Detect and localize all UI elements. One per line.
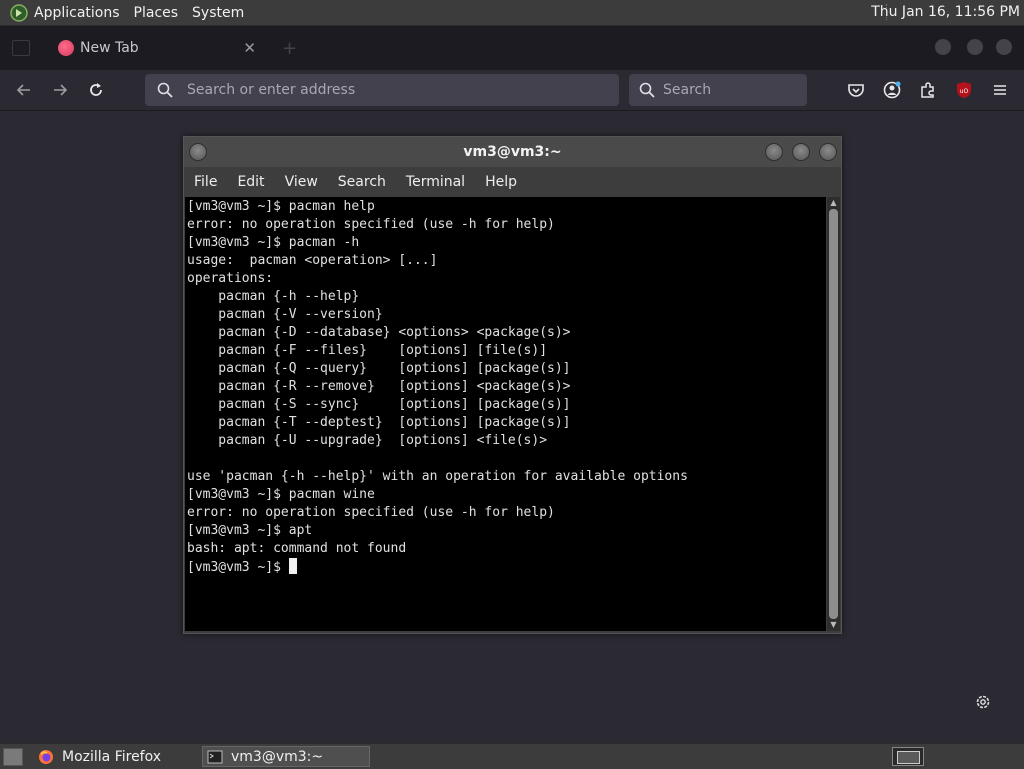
maximize-window-button[interactable]: [967, 39, 983, 55]
hamburger-menu-icon[interactable]: [990, 80, 1010, 100]
menu-view[interactable]: View: [285, 174, 318, 190]
terminal-line: [vm3@vm3 ~]$ pacman wine: [187, 487, 375, 502]
pocket-icon[interactable]: [846, 80, 866, 100]
terminal-window: vm3@vm3:~ File Edit View Search Terminal…: [183, 136, 842, 634]
tab-new-tab[interactable]: New Tab ✕: [44, 30, 266, 66]
workspace-thumbnail: [897, 751, 920, 764]
terminal-line: pacman {-R --remove} [options] <package(…: [187, 379, 571, 394]
terminal-line: bash: apt: command not found: [187, 541, 407, 556]
terminal-line: usage: pacman <operation> [...]: [187, 253, 438, 268]
terminal-prompt: [vm3@vm3 ~]$: [187, 560, 289, 575]
taskbar-item-label: Mozilla Firefox: [62, 748, 162, 765]
address-bar[interactable]: [145, 74, 619, 106]
scroll-down-arrow-icon[interactable]: ▼: [828, 620, 839, 630]
extensions-icon[interactable]: [918, 80, 938, 100]
terminal-line: pacman {-S --sync} [options] [package(s)…: [187, 397, 571, 412]
ublock-origin-icon[interactable]: uO: [954, 80, 974, 100]
terminal-line: operations:: [187, 271, 274, 286]
terminal-line: [vm3@vm3 ~]$ pacman help: [187, 199, 375, 214]
reload-icon[interactable]: [86, 80, 106, 100]
workspace-switcher[interactable]: [892, 747, 924, 766]
search-icon: [157, 82, 173, 98]
address-input[interactable]: [185, 81, 569, 99]
terminal-prompt-line: [vm3@vm3 ~]$: [187, 558, 826, 577]
menu-search[interactable]: Search: [338, 174, 386, 190]
account-icon[interactable]: [882, 80, 902, 100]
forward-arrow-icon[interactable]: [50, 80, 70, 100]
terminal-line: error: no operation specified (use -h fo…: [187, 217, 555, 232]
firefox-icon: [39, 749, 53, 764]
menu-edit[interactable]: Edit: [237, 174, 264, 190]
scrollbar-thumb[interactable]: [829, 209, 838, 619]
terminal-line: error: no operation specified (use -h fo…: [187, 505, 555, 520]
terminal-line: [vm3@vm3 ~]$ apt: [187, 523, 313, 538]
terminal-minimize-button[interactable]: [765, 143, 783, 161]
menu-file[interactable]: File: [194, 174, 217, 190]
taskbar-item-firefox[interactable]: Mozilla Firefox: [34, 746, 194, 767]
search-input[interactable]: [661, 81, 805, 99]
applications-menu[interactable]: Applications: [34, 5, 120, 21]
terminal-titlebar[interactable]: vm3@vm3:~: [184, 137, 841, 167]
gear-icon[interactable]: [974, 693, 992, 711]
terminal-scrollbar[interactable]: ▲ ▼: [827, 197, 840, 631]
terminal-line: pacman {-U --upgrade} [options] <file(s)…: [187, 433, 548, 448]
tab-list-icon[interactable]: [12, 40, 30, 56]
top-panel: Applications Places System Thu Jan 16, 1…: [0, 0, 1024, 26]
taskbar-item-terminal[interactable]: vm3@vm3:~: [202, 746, 370, 767]
terminal-cursor: [288, 558, 297, 574]
terminal-line: pacman {-D --database} <options> <packag…: [187, 325, 571, 340]
terminal-maximize-button[interactable]: [792, 143, 810, 161]
minimize-window-button[interactable]: [935, 39, 951, 55]
system-menu[interactable]: System: [192, 5, 244, 21]
mate-logo-icon[interactable]: [10, 3, 28, 22]
back-arrow-icon[interactable]: [14, 80, 34, 100]
firefox-favicon-icon: [58, 40, 74, 56]
menu-help[interactable]: Help: [485, 174, 517, 190]
svg-text:uO: uO: [960, 88, 969, 95]
menu-terminal[interactable]: Terminal: [406, 174, 465, 190]
taskbar-item-label: vm3@vm3:~: [231, 748, 324, 765]
search-icon: [639, 82, 655, 98]
clock[interactable]: Thu Jan 16, 11:56 PM: [871, 4, 1020, 20]
browser-tabstrip: New Tab ✕ +: [0, 26, 1024, 70]
terminal-close-button[interactable]: [819, 143, 837, 161]
terminal-icon: [207, 750, 223, 763]
terminal-title: vm3@vm3:~: [463, 144, 562, 160]
new-tab-plus-icon[interactable]: +: [282, 38, 297, 59]
tab-label: New Tab: [80, 40, 139, 56]
terminal-line: pacman {-F --files} [options] [file(s)]: [187, 343, 548, 358]
close-tab-icon[interactable]: ✕: [243, 39, 256, 57]
terminal-output[interactable]: [vm3@vm3 ~]$ pacman help error: no operat…: [185, 197, 826, 631]
bottom-panel: Mozilla Firefox vm3@vm3:~: [0, 743, 1024, 769]
show-desktop-icon[interactable]: [3, 748, 23, 766]
browser-navbar: uO: [0, 70, 1024, 111]
scroll-up-arrow-icon[interactable]: ▲: [828, 198, 839, 208]
close-window-button[interactable]: [996, 39, 1012, 55]
terminal-line: pacman {-T --deptest} [options] [package…: [187, 415, 571, 430]
terminal-line: use 'pacman {-h --help}' with an operati…: [187, 469, 688, 484]
terminal-line: pacman {-h --help}: [187, 289, 360, 304]
search-bar[interactable]: [629, 74, 807, 106]
terminal-line: pacman {-V --version}: [187, 307, 383, 322]
terminal-line: pacman {-Q --query} [options] [package(s…: [187, 361, 571, 376]
places-menu[interactable]: Places: [134, 5, 179, 21]
terminal-line: [vm3@vm3 ~]$ pacman -h: [187, 235, 360, 250]
terminal-menubar: File Edit View Search Terminal Help: [184, 167, 841, 197]
